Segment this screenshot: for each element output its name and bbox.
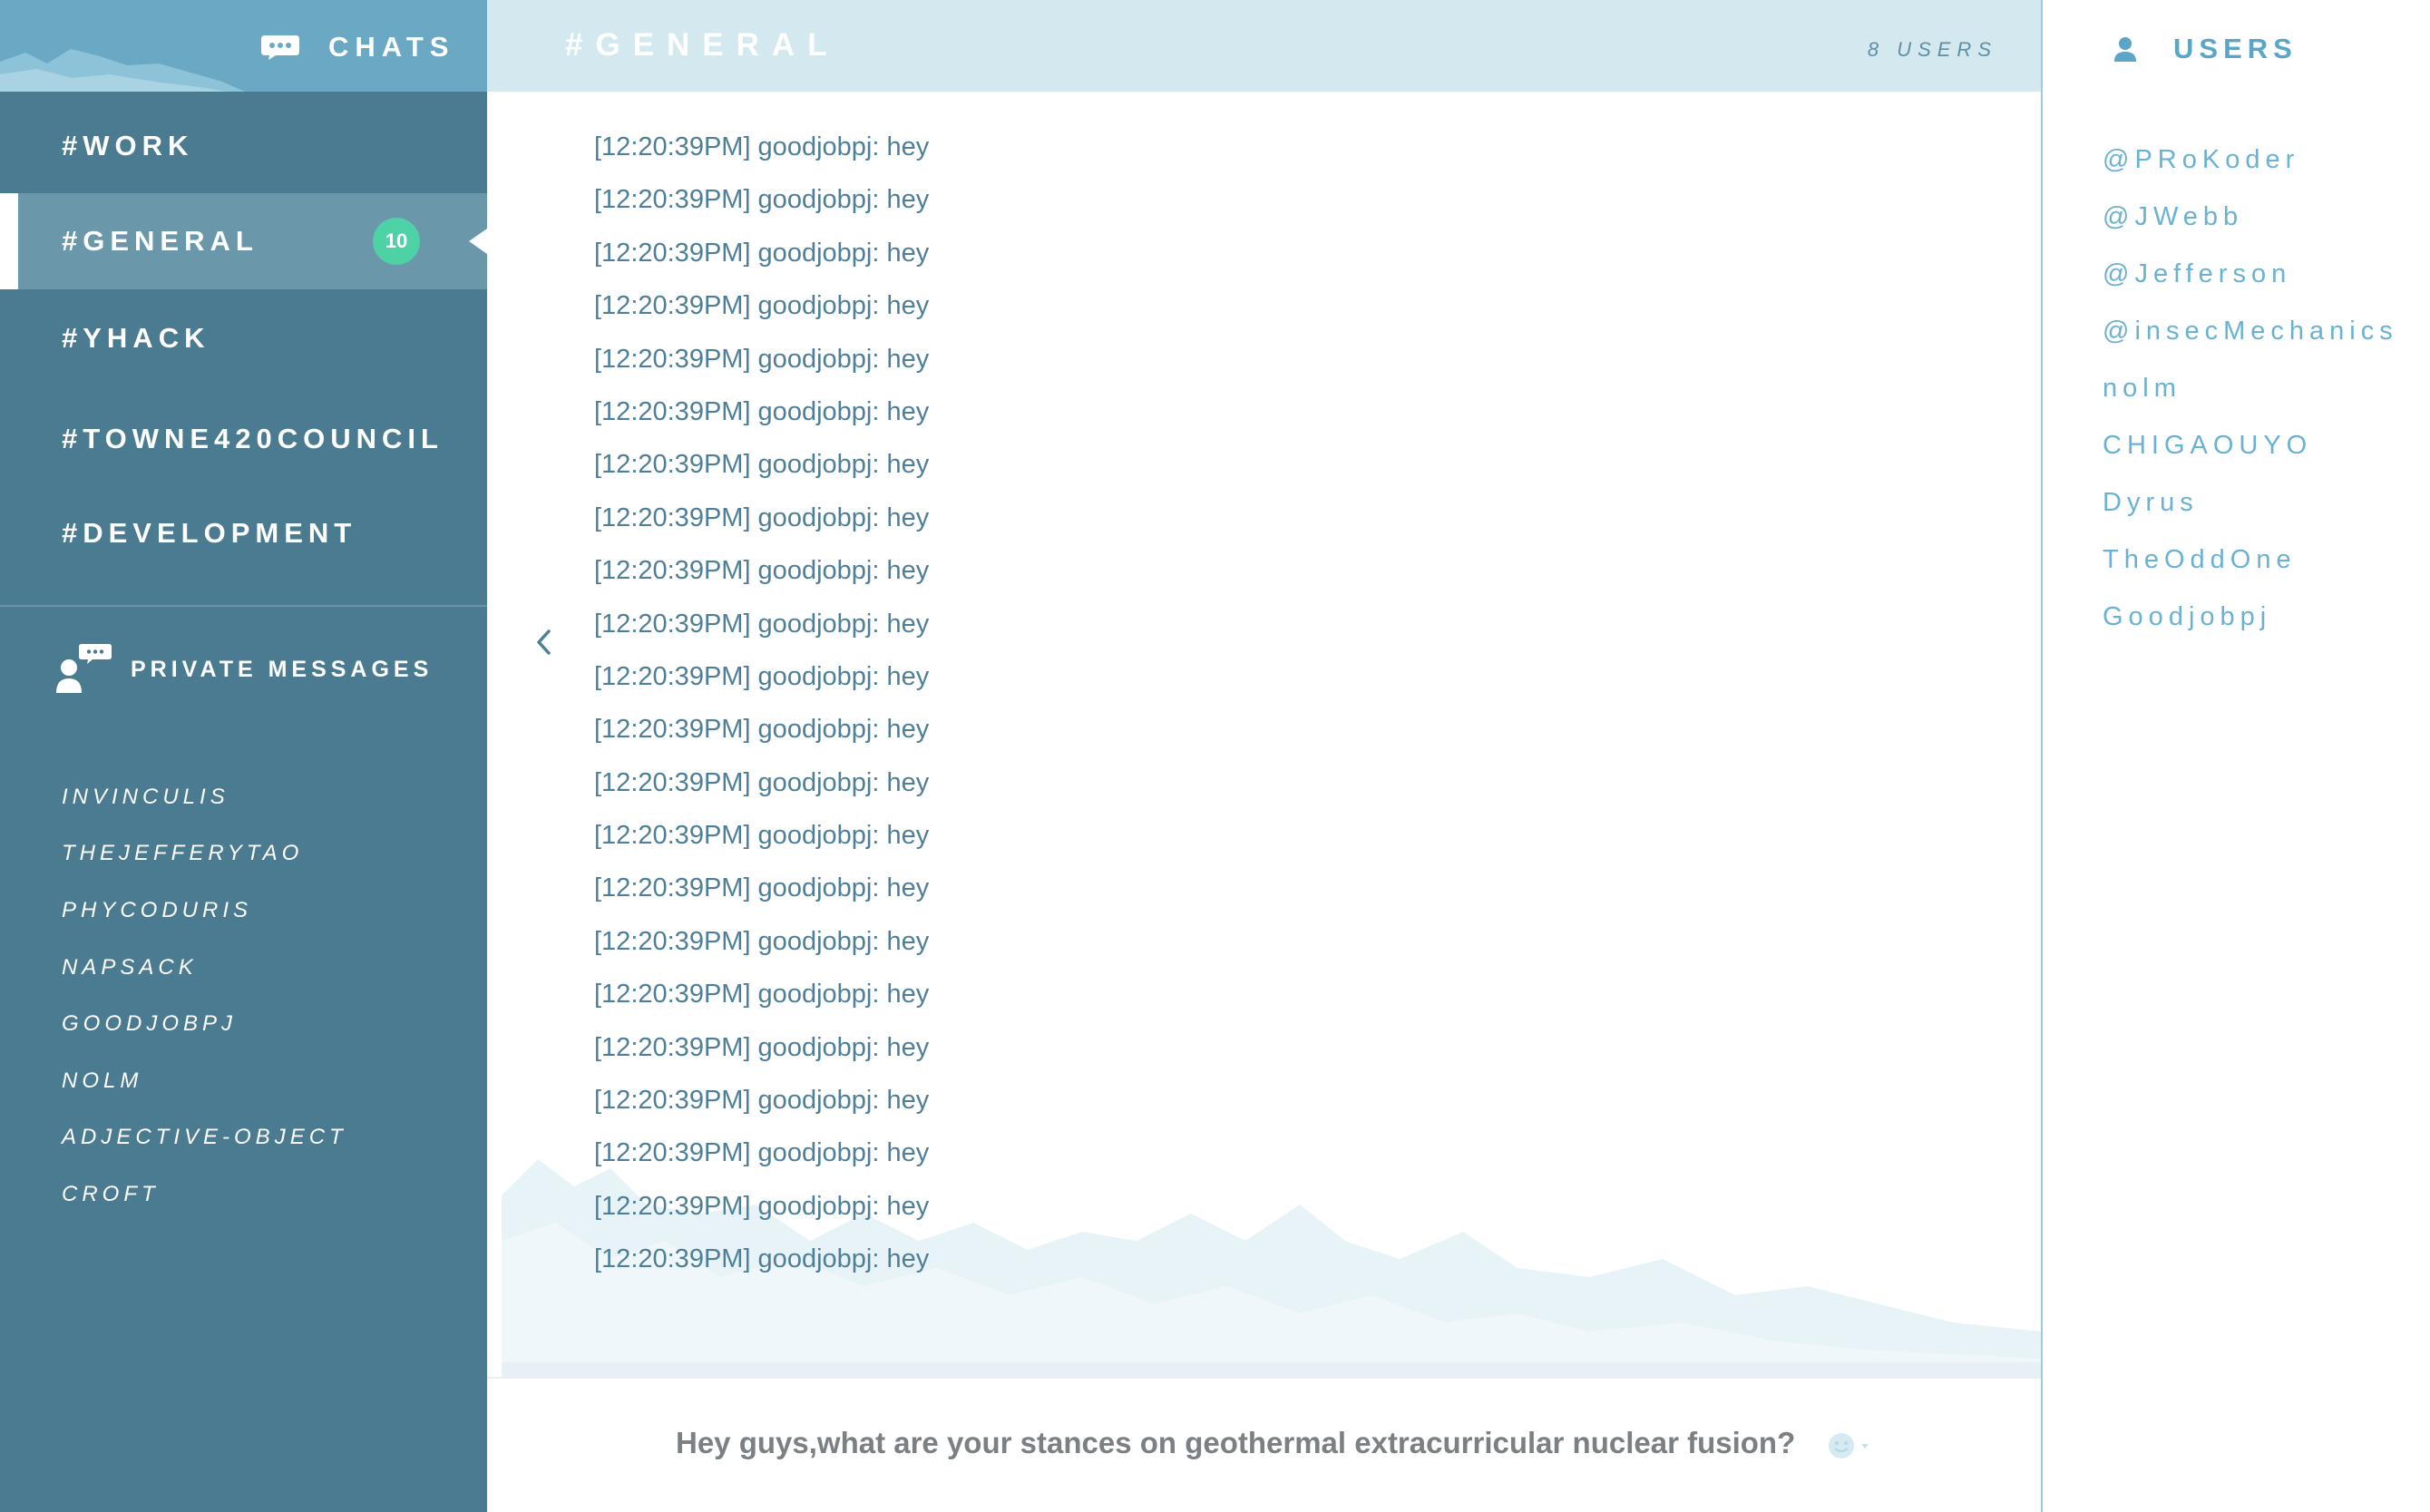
channel-label: #WORK (62, 130, 194, 161)
message: [12:20:39PM] goodjobpj: hey (594, 661, 930, 691)
message: [12:20:39PM] goodjobpj: hey (594, 502, 930, 532)
messages: [12:20:39PM] goodjobpj: hey [12:20:39PM]… (594, 131, 929, 1296)
message: [12:20:39PM] goodjobpj: hey (594, 821, 930, 851)
person-with-speech-bubble-icon (56, 644, 112, 693)
user-item[interactable]: CHIGAOUYO (2103, 431, 2312, 461)
user-item[interactable]: TheOddOne (2103, 545, 2297, 575)
sidebar-header: CHATS (0, 0, 487, 92)
pm-item-nolm[interactable]: NOLM (62, 1068, 142, 1101)
message: [12:20:39PM] goodjobpj: hey (594, 291, 930, 321)
channel-header: #GENERAL 8 USERS (487, 0, 2041, 92)
channel-item-towne420council[interactable]: #TOWNE420COUNCIL (0, 391, 487, 487)
message: [12:20:39PM] goodjobpj: hey (594, 238, 930, 268)
message: [12:20:39PM] goodjobpj: hey (594, 1138, 930, 1168)
user-count: 8 USERS (1867, 38, 1997, 61)
sidebar: CHATS #WORK #GENERAL 10 #YHACK #TOWNE420… (0, 0, 487, 1512)
channel-label: #DEVELOPMENT (62, 517, 357, 549)
pm-item-thejefferytao[interactable]: THEJEFFERYTAO (62, 841, 303, 873)
channel-item-yhack[interactable]: #YHACK (0, 290, 487, 386)
message: [12:20:39PM] goodjobpj: hey (594, 609, 930, 639)
message: [12:20:39PM] goodjobpj: hey (594, 1191, 930, 1221)
channel-label: #YHACK (62, 322, 210, 354)
message: [12:20:39PM] goodjobpj: hey (594, 344, 930, 374)
message: [12:20:39PM] goodjobpj: hey (594, 1086, 930, 1116)
message-composer: Hey guys,what are your stances on geothe… (487, 1377, 2041, 1512)
pm-item-croft[interactable]: CROFT (62, 1182, 160, 1214)
user-item[interactable]: Goodjobpj (2103, 602, 2271, 632)
pm-item-phycoduris[interactable]: PHYCODURIS (62, 898, 252, 931)
speech-bubble-icon (261, 35, 299, 60)
message: [12:20:39PM] goodjobpj: hey (594, 1244, 930, 1274)
message: [12:20:39PM] goodjobpj: hey (594, 450, 930, 480)
user-item[interactable]: @PRoKoder (2103, 145, 2299, 175)
users-header: USERS (2113, 31, 2298, 67)
chat-app: CHATS #WORK #GENERAL 10 #YHACK #TOWNE420… (0, 0, 2430, 1512)
message-list[interactable]: [12:20:39PM] goodjobpj: hey [12:20:39PM]… (502, 92, 2041, 1377)
message: [12:20:39PM] goodjobpj: hey (594, 715, 930, 745)
message: [12:20:39PM] goodjobpj: hey (594, 926, 930, 956)
channel-label: #TOWNE420COUNCIL (62, 423, 444, 454)
message: [12:20:39PM] goodjobpj: hey (594, 396, 930, 426)
channel-item-development[interactable]: #DEVELOPMENT (0, 485, 487, 581)
message: [12:20:39PM] goodjobpj: hey (594, 873, 930, 903)
user-item[interactable]: Dyrus (2103, 488, 2199, 518)
message: [12:20:39PM] goodjobpj: hey (594, 1032, 930, 1062)
pm-item-invinculis[interactable]: INVINCULIS (62, 785, 229, 817)
unread-badge: 10 (373, 218, 420, 265)
channel-item-work[interactable]: #WORK (0, 98, 487, 194)
users-panel: USERS @PRoKoder @JWebb @Jefferson @insec… (2041, 0, 2430, 1512)
message: [12:20:39PM] goodjobpj: hey (594, 556, 930, 586)
channel-item-general[interactable]: #GENERAL 10 (0, 193, 487, 289)
channel-label: #GENERAL (62, 225, 259, 257)
chats-title: CHATS (328, 31, 455, 63)
private-messages-title: PRIVATE MESSAGES (131, 656, 434, 682)
sidebar-divider (0, 605, 487, 607)
message: [12:20:39PM] goodjobpj: hey (594, 185, 930, 215)
chats-header: CHATS (259, 27, 454, 67)
message: [12:20:39PM] goodjobpj: hey (594, 132, 930, 161)
smiley-dropdown-icon[interactable] (1825, 1429, 1872, 1462)
private-messages-header: PRIVATE MESSAGES (53, 642, 433, 697)
message: [12:20:39PM] goodjobpj: hey (594, 980, 930, 1010)
pm-item-napsack[interactable]: NAPSACK (62, 955, 198, 988)
message: [12:20:39PM] goodjobpj: hey (594, 767, 930, 797)
chevron-left-icon[interactable] (531, 626, 558, 658)
user-item[interactable]: @Jefferson (2103, 259, 2291, 289)
user-item[interactable]: @insecMechanics (2103, 317, 2398, 346)
user-item[interactable]: nolm (2103, 374, 2181, 404)
channel-title: #GENERAL (565, 27, 840, 63)
pm-item-adjective-object[interactable]: ADJECTIVE-OBJECT (62, 1125, 347, 1157)
pm-item-goodjobpj[interactable]: GOODJOBPJ (62, 1011, 237, 1044)
users-title: USERS (2173, 33, 2298, 64)
user-item[interactable]: @JWebb (2103, 202, 2243, 232)
message-input[interactable]: Hey guys,what are your stances on geothe… (676, 1426, 1795, 1460)
person-icon (2114, 37, 2136, 62)
